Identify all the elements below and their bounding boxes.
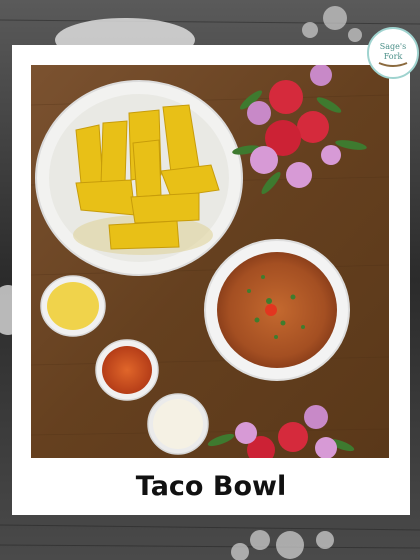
chips-bowl <box>35 80 243 276</box>
bean-dip-bowl <box>204 239 350 381</box>
sage-fork-logo: Sage's Fork <box>367 27 419 79</box>
sour-cream-cup <box>147 393 209 455</box>
cheese-cup <box>40 275 106 337</box>
logo-mark: Sage's Fork <box>378 42 408 67</box>
dish-title: Taco Bowl <box>135 471 287 502</box>
logo-line1: Sage's <box>380 42 406 51</box>
salsa-cup <box>95 339 159 401</box>
food-photo <box>31 65 389 458</box>
logo-line2: Fork <box>384 52 403 61</box>
cherry-tomato <box>265 304 277 316</box>
